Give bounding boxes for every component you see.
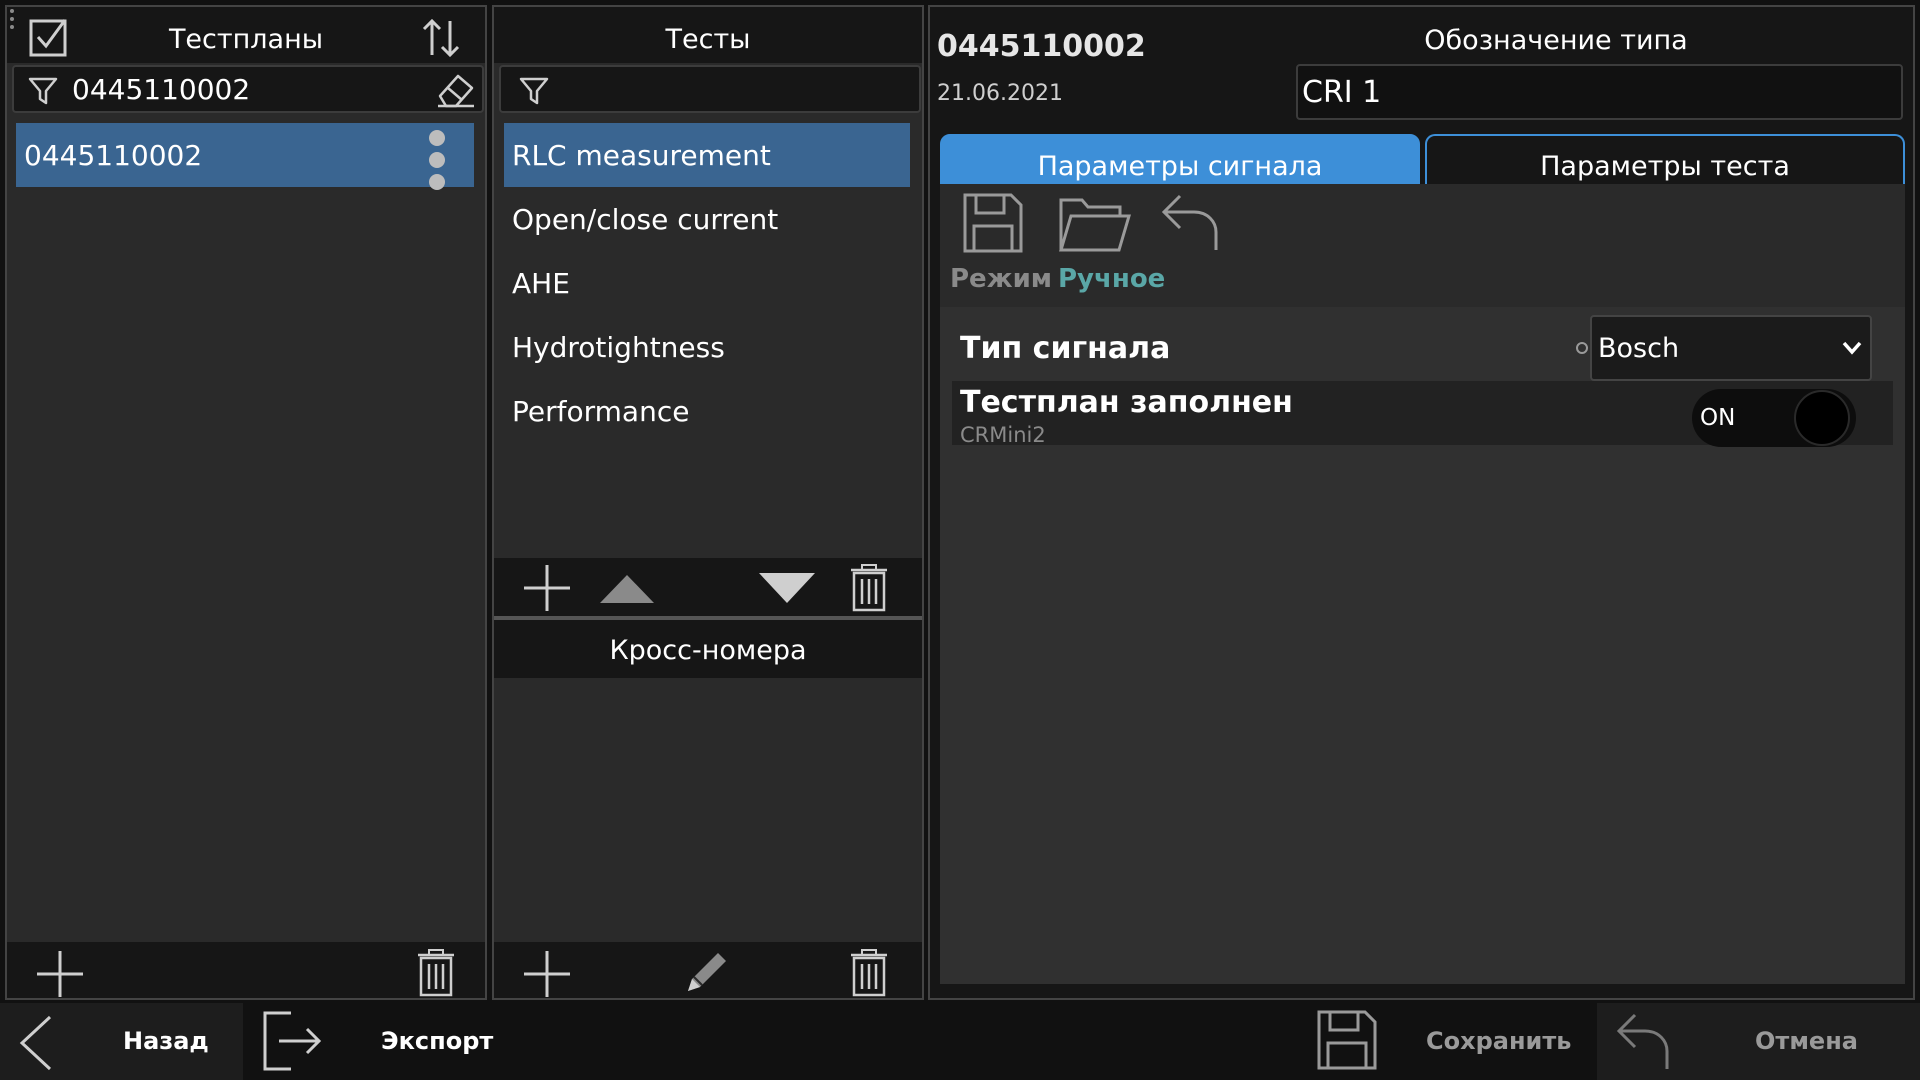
test-item[interactable]: AHE [504,251,912,315]
testplan-filled-toggle[interactable]: ON [1692,389,1856,447]
filter-icon [28,77,58,105]
tab-test-parameters[interactable]: Параметры теста [1425,134,1905,184]
testplan-number: 0445110002 [937,29,1146,64]
testplans-title: Тестпланы [168,24,324,55]
add-test-plus-icon[interactable] [522,563,572,613]
type-designation-label: Обозначение типа [1424,25,1688,56]
cancel-button[interactable]: Отмена [1597,1003,1920,1080]
test-item[interactable]: Open/close current [504,187,912,251]
toggle-on-text: ON [1700,405,1736,431]
signal-type-row: Тип сигнала Bosch [952,315,1893,381]
save-floppy-icon[interactable] [962,192,1024,254]
tab-signal-parameters-label: Параметры сигнала [1037,151,1323,182]
tests-title: Тесты [665,24,751,55]
testplan-item[interactable]: 0445110002 [16,123,474,187]
delete-test-trash-icon[interactable] [850,564,888,612]
move-down-triangle-icon[interactable] [757,571,817,605]
testplan-filled-label: Тестплан заполнен [960,385,1293,420]
item-more-menu-icon[interactable] [425,127,449,191]
cross-numbers-title: Кросс-номера [609,635,807,666]
delete-testplan-trash-icon[interactable] [417,949,455,997]
clear-filter-eraser-icon[interactable] [436,72,476,108]
cancel-label: Отмена [1755,1027,1858,1055]
delete-cross-number-trash-icon[interactable] [850,949,888,997]
edit-cross-number-pencil-icon[interactable] [682,947,732,997]
save-floppy-icon [1316,1009,1378,1071]
move-up-triangle-icon[interactable] [598,573,656,605]
testplan-filled-row: Тестплан заполнен CRMini2 ON [952,381,1893,447]
testplans-panel: Тестпланы 0445110002 0445110002 [5,5,487,1000]
type-designation-value: CRI 1 [1302,75,1382,110]
mode-label: Режим [950,264,1053,294]
testplan-filled-sublabel: CRMini2 [960,423,1046,447]
open-folder-icon[interactable] [1058,194,1132,254]
tab-content: Режим Ручное Тип сигнала Bosch Тестплан … [940,184,1905,984]
signal-type-value: Bosch [1598,333,1680,364]
testplans-search-input[interactable]: 0445110002 [12,65,484,113]
tab-test-parameters-label: Параметры теста [1540,151,1790,182]
settings-area: Тип сигнала Bosch Тестплан заполнен CRMi… [940,307,1905,984]
export-label: Экспорт [381,1027,494,1055]
test-item-label: Performance [512,395,690,428]
cancel-undo-icon [1615,1011,1671,1073]
tests-panel: Тесты RLC measurement Open/close current… [492,5,924,1000]
details-panel: 0445110002 21.06.2021 Обозначение типа C… [928,5,1915,1000]
tab-signal-parameters[interactable]: Параметры сигнала [940,134,1420,184]
save-label: Сохранить [1426,1027,1572,1055]
testplan-date: 21.06.2021 [937,81,1063,106]
testplan-item-label: 0445110002 [24,139,203,172]
chevron-down-icon [1842,341,1862,355]
test-item-label: AHE [512,267,570,300]
tests-search-input[interactable] [499,65,921,113]
mode-value: Ручное [1058,264,1166,294]
type-designation-input[interactable]: CRI 1 [1296,64,1903,120]
save-button[interactable]: Сохранить [1308,1003,1593,1080]
signal-type-label: Тип сигнала [960,331,1171,366]
undo-arrow-icon[interactable] [1160,192,1220,254]
signal-type-select[interactable]: Bosch [1590,315,1872,381]
back-button[interactable]: Назад [0,1003,243,1080]
changed-indicator-dot-icon [1576,342,1588,354]
toggle-knob [1794,390,1850,446]
add-cross-number-plus-icon[interactable] [522,949,572,999]
test-item[interactable]: Performance [504,379,912,443]
testplans-search-value: 0445110002 [72,73,251,106]
test-item-label: RLC measurement [512,139,771,172]
export-button[interactable]: Экспорт [245,1003,495,1080]
test-item[interactable]: Hydrotightness [504,315,912,379]
drag-handle-icon[interactable] [8,8,16,32]
export-icon [261,1009,323,1073]
add-testplan-plus-icon[interactable] [35,949,85,999]
back-label: Назад [123,1027,209,1055]
test-item-label: Hydrotightness [512,331,725,364]
sort-icon[interactable] [420,17,462,59]
test-item-label: Open/close current [512,203,779,236]
back-chevron-icon [18,1015,54,1071]
test-item[interactable]: RLC measurement [504,123,910,187]
filter-icon [519,77,549,105]
